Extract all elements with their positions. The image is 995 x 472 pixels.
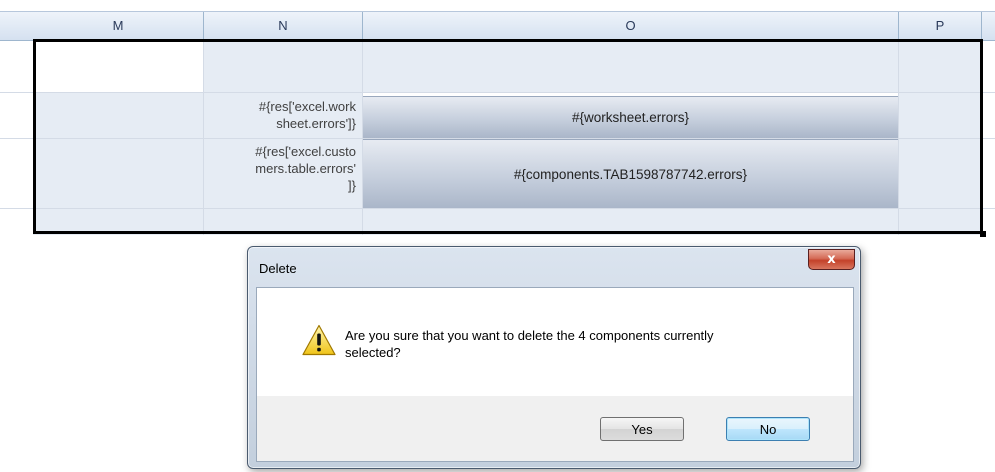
cell-value-text: #{components.TAB1598787742.errors} bbox=[513, 166, 748, 182]
cell-p-block[interactable] bbox=[899, 40, 981, 208]
close-button[interactable]: x bbox=[808, 249, 855, 270]
cell-bottom-row[interactable] bbox=[33, 208, 983, 235]
column-header-n[interactable]: N bbox=[204, 12, 363, 40]
label-line: #{res['excel.work bbox=[258, 99, 356, 114]
label-line: sheet.errors']} bbox=[276, 116, 356, 131]
gridline bbox=[0, 92, 995, 93]
gridline bbox=[0, 208, 995, 209]
yes-button[interactable]: Yes bbox=[600, 417, 684, 441]
no-button[interactable]: No bbox=[726, 417, 810, 441]
label-line: ]} bbox=[348, 178, 356, 193]
dialog-title: Delete bbox=[259, 261, 297, 276]
close-icon: x bbox=[827, 252, 836, 267]
selection-fill-handle[interactable] bbox=[980, 231, 986, 237]
cell-value-worksheet-errors[interactable]: #{worksheet.errors} bbox=[363, 96, 898, 138]
cell-label-worksheet-errors[interactable]: #{res['excel.work sheet.errors']} bbox=[204, 94, 362, 138]
cell-label-customers-table-errors[interactable]: #{res['excel.custo mers.table.errors' ]} bbox=[204, 139, 362, 208]
label-line: mers.table.errors' bbox=[255, 161, 356, 176]
column-header-m[interactable]: M bbox=[33, 12, 204, 40]
message-line: selected? bbox=[345, 345, 401, 360]
dialog-footer: Yes No bbox=[256, 396, 854, 462]
label-line: #{res['excel.custo bbox=[255, 144, 356, 159]
dialog-message: Are you sure that you want to delete the… bbox=[345, 327, 825, 361]
cell-value-text: #{worksheet.errors} bbox=[571, 110, 690, 125]
cell-o-top[interactable] bbox=[363, 40, 898, 92]
warning-icon bbox=[302, 324, 336, 356]
column-header-p[interactable]: P bbox=[899, 12, 982, 40]
dialog-titlebar[interactable]: Delete x bbox=[248, 247, 860, 287]
cell-m-block[interactable] bbox=[33, 92, 203, 208]
dialog-body: Are you sure that you want to delete the… bbox=[256, 287, 854, 397]
worksheet-grid[interactable]: #{res['excel.work sheet.errors']} #{work… bbox=[0, 40, 995, 240]
delete-dialog: Delete x Are you sure that you want to d… bbox=[247, 246, 861, 469]
column-header-o[interactable]: O bbox=[363, 12, 899, 40]
message-line: Are you sure that you want to delete the… bbox=[345, 328, 714, 343]
cell-value-customers-table-errors[interactable]: #{components.TAB1598787742.errors} bbox=[363, 139, 898, 208]
column-header-bar: M N O P bbox=[0, 11, 995, 41]
gridline bbox=[898, 40, 899, 235]
